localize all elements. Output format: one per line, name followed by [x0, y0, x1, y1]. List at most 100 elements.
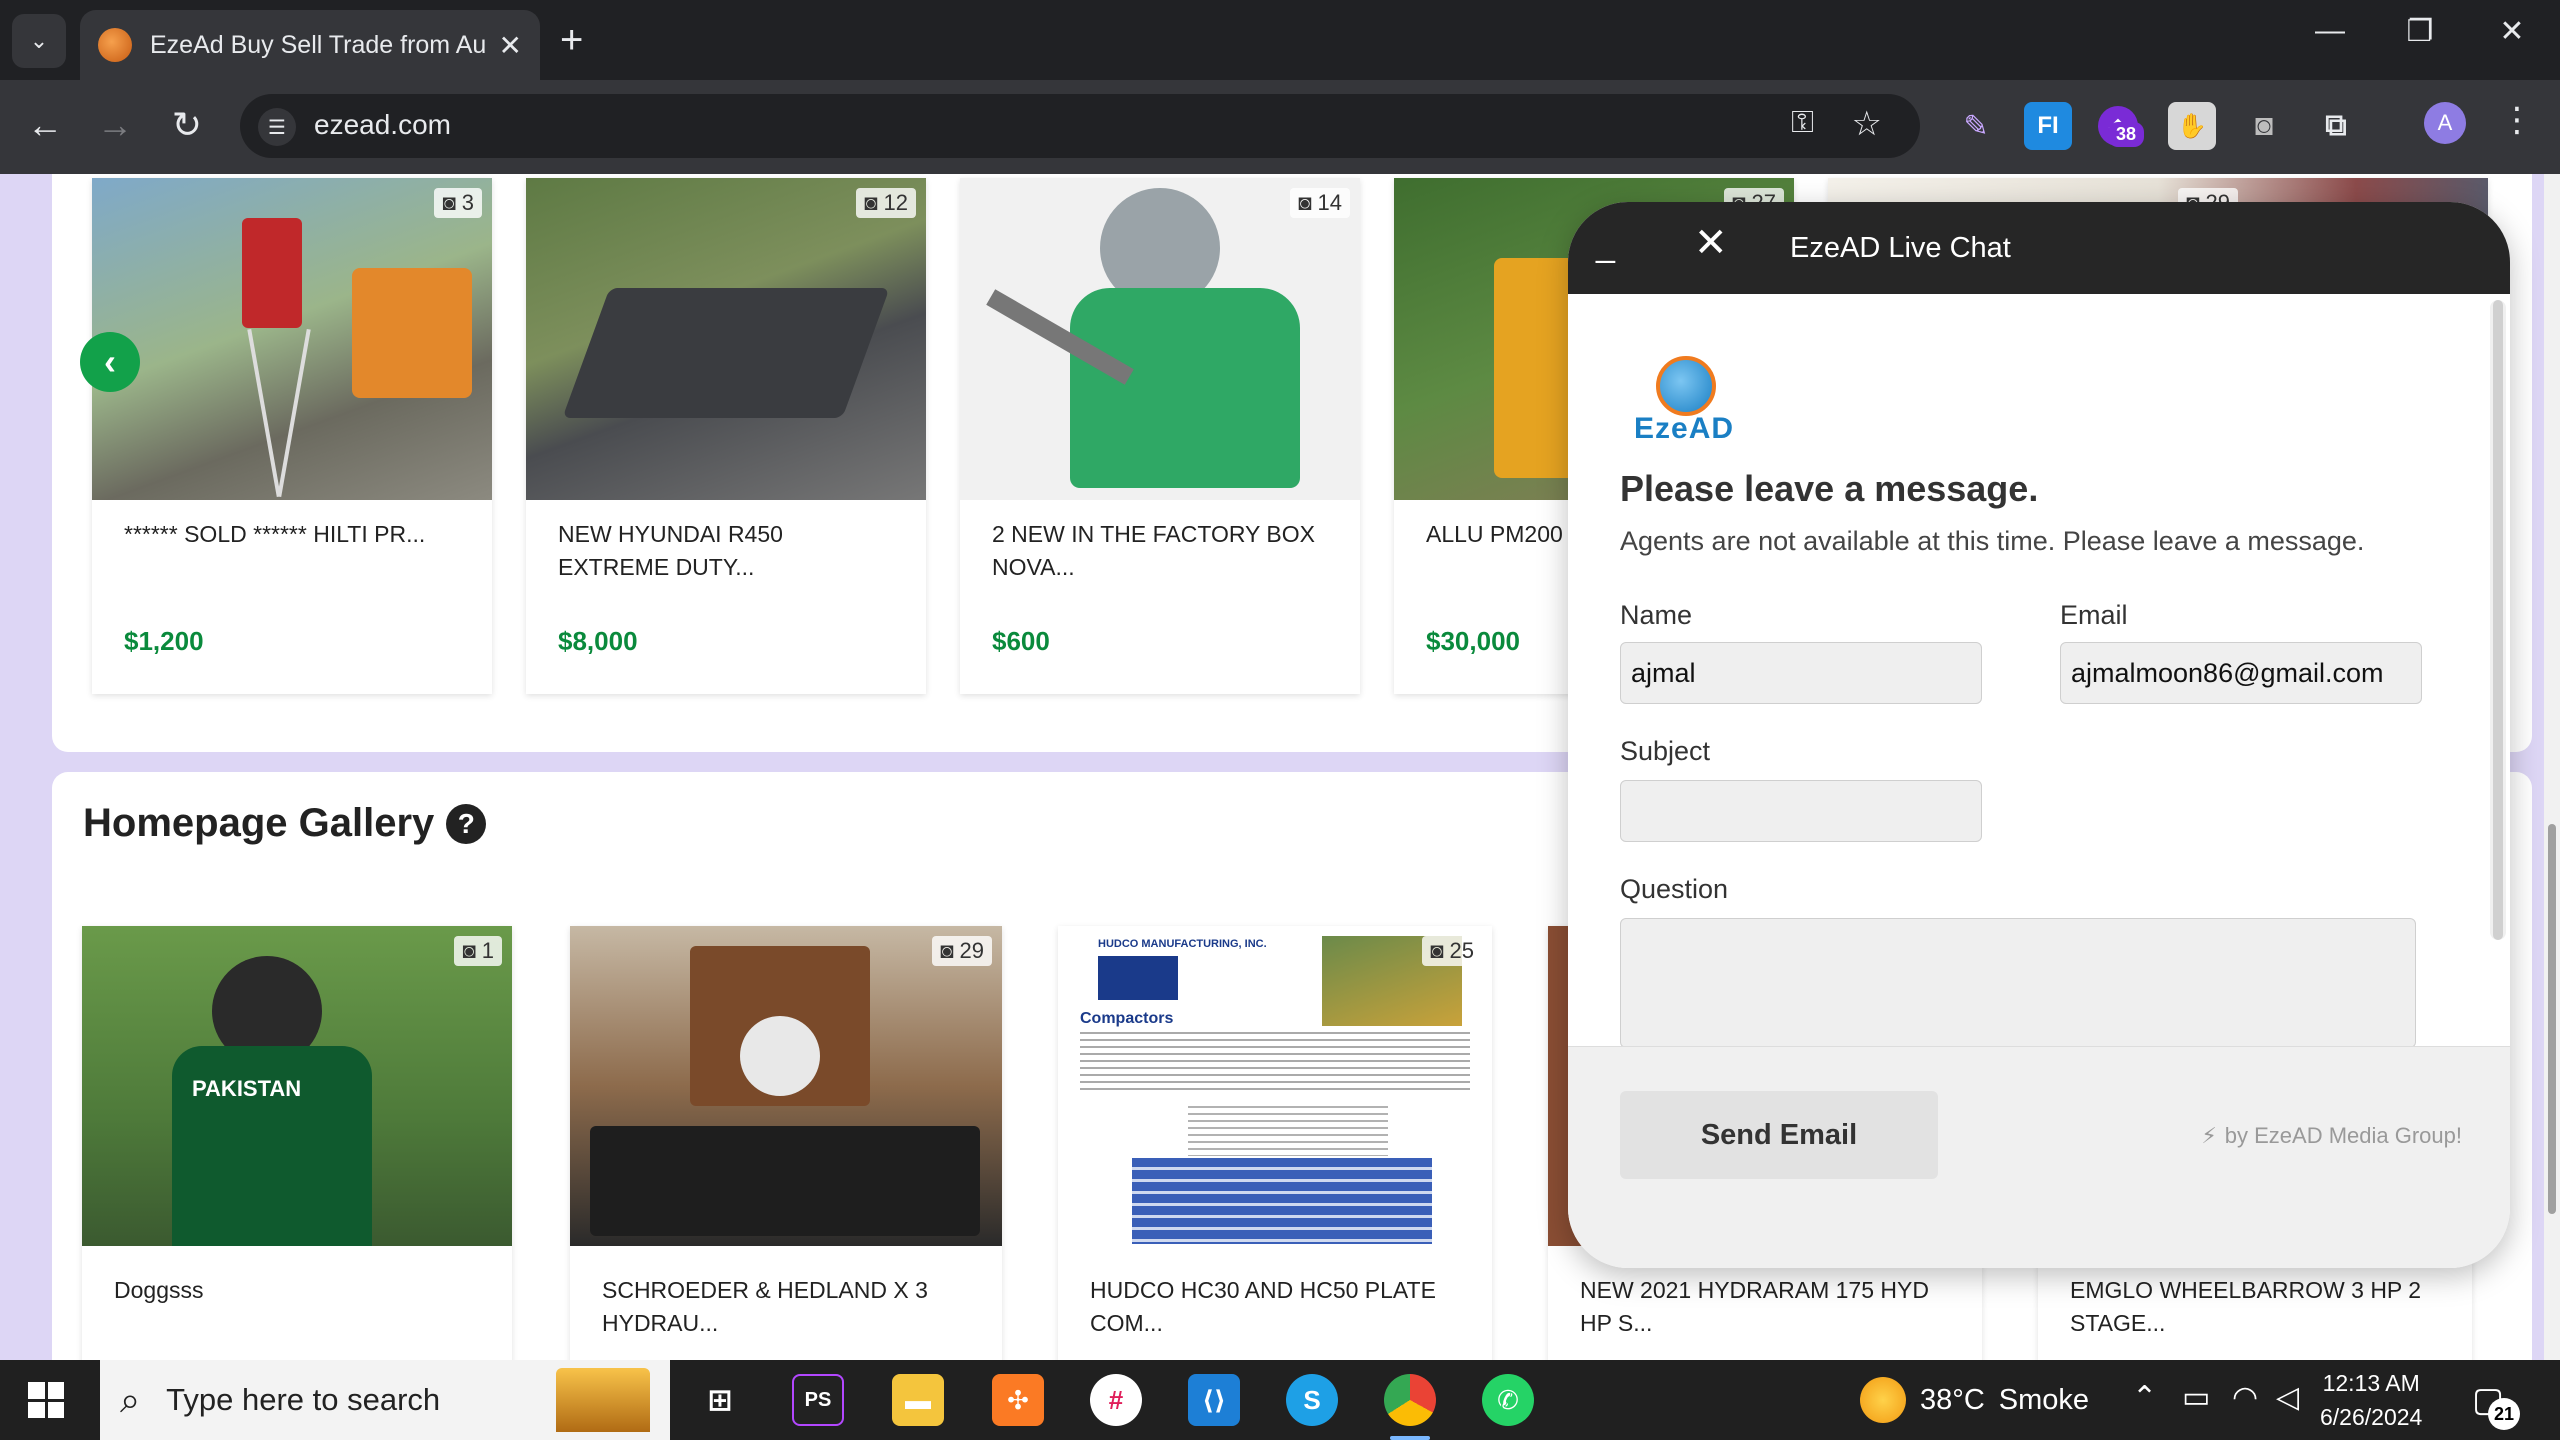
question-textarea[interactable]: [1620, 918, 2416, 1048]
browser-tab-bar: ⌄ EzeAd Buy Sell Trade from Auct ✕ + — ❐…: [0, 0, 2560, 80]
site-info-icon[interactable]: ☰: [258, 108, 296, 146]
listing-image[interactable]: [960, 178, 1360, 500]
taskbar-search-placeholder: Type here to search: [166, 1382, 441, 1417]
ezead-favicon-icon: [98, 28, 132, 62]
name-field[interactable]: ajmal: [1620, 642, 1982, 704]
slack-icon[interactable]: #: [1090, 1374, 1142, 1426]
photo-count: ◙ 3: [434, 188, 482, 218]
chat-minimize-button[interactable]: _: [1596, 226, 1615, 265]
battery-icon[interactable]: ▭: [2182, 1380, 2210, 1415]
hand-extension-icon[interactable]: ✋: [2168, 102, 2216, 150]
gallery-image[interactable]: [570, 926, 1002, 1246]
gallery-card[interactable]: HUDCO MANUFACTURING, INC. Compactors ◙ 25…: [1058, 926, 1492, 1360]
tab-title: EzeAd Buy Sell Trade from Auct: [150, 30, 487, 59]
listing-price: $8,000: [558, 626, 638, 656]
back-button[interactable]: ←: [22, 104, 68, 146]
camera-icon: ◙: [1298, 190, 1312, 215]
send-email-button[interactable]: Send Email: [1620, 1091, 1938, 1179]
vscode-icon[interactable]: ⟨⟩: [1188, 1374, 1240, 1426]
gallery-item-title[interactable]: EMGLO WHEELBARROW 3 HP 2 STAGE...: [2070, 1274, 2450, 1340]
whatsapp-icon[interactable]: ✆: [1482, 1374, 1534, 1426]
ezead-logo: EzeAD: [1634, 356, 1744, 456]
photo-count: ◙29: [932, 936, 992, 966]
listing-price: $30,000: [1426, 626, 1520, 656]
search-highlight-icon[interactable]: [556, 1368, 650, 1432]
pen-extension-icon[interactable]: ✎: [1952, 102, 2000, 150]
minimize-window-icon[interactable]: —: [2300, 14, 2360, 48]
system-clock[interactable]: 12:13 AM 6/26/2024: [2320, 1366, 2422, 1434]
listing-title[interactable]: NEW HYUNDAI R450 EXTREME DUTY...: [558, 518, 898, 584]
password-key-icon[interactable]: ⚿: [1791, 106, 1814, 140]
camera-icon: ◙: [1430, 938, 1444, 963]
gallery-heading: Homepage Gallery ?: [83, 801, 487, 846]
jersey-text: PAKISTAN: [192, 1076, 302, 1101]
wifi-icon[interactable]: ◠: [2232, 1380, 2258, 1415]
gallery-item-title[interactable]: HUDCO HC30 AND HC50 PLATE COM...: [1090, 1274, 1470, 1340]
extensions-puzzle-icon[interactable]: ⧉: [2312, 102, 2360, 150]
chat-header: _ ✕ EzeAD Live Chat: [1568, 202, 2510, 294]
weather-widget[interactable]: 38°C Smoke: [1860, 1377, 2089, 1423]
help-icon[interactable]: ?: [446, 803, 487, 844]
skype-icon[interactable]: S: [1286, 1374, 1338, 1426]
camera-extension-icon[interactable]: ◙: [2240, 102, 2288, 150]
page-scrollbar-thumb[interactable]: [2548, 824, 2556, 1214]
listing-card[interactable]: ◙ 14 2 NEW IN THE FACTORY BOX NOVA... $60…: [960, 178, 1360, 694]
email-field[interactable]: ajmalmoon86@gmail.com: [2060, 642, 2422, 704]
listing-image[interactable]: [92, 178, 492, 500]
listing-card[interactable]: ◙ 3 ****** SOLD ****** HILTI PR... $1,200: [92, 178, 492, 694]
tab-search-button[interactable]: ⌄: [12, 14, 66, 68]
gallery-image[interactable]: HUDCO MANUFACTURING, INC. Compactors: [1058, 926, 1492, 1246]
photo-count: ◙ 12: [856, 188, 916, 218]
page-scrollbar[interactable]: [2544, 174, 2560, 1360]
file-explorer-icon[interactable]: ▬: [892, 1374, 944, 1426]
photo-count: ◙ 14: [1290, 188, 1350, 218]
task-view-icon[interactable]: ⊞: [694, 1374, 746, 1426]
gallery-item-title[interactable]: SCHROEDER & HEDLAND X 3 HYDRAU...: [602, 1274, 982, 1340]
volume-icon[interactable]: ◁: [2276, 1380, 2299, 1415]
gallery-item-title[interactable]: Doggsss: [114, 1274, 494, 1307]
logo-text: EzeAD: [1634, 412, 1735, 445]
url-text[interactable]: ezead.com: [314, 109, 451, 141]
profile-avatar[interactable]: A: [2424, 102, 2466, 144]
new-tab-button[interactable]: +: [560, 16, 583, 64]
chrome-icon[interactable]: [1384, 1374, 1436, 1426]
email-label: Email: [2060, 600, 2128, 630]
chat-title: EzeAD Live Chat: [1790, 232, 2011, 264]
windows-start-icon[interactable]: [28, 1382, 64, 1418]
gallery-card[interactable]: ◙ 29 SCHROEDER & HEDLAND X 3 HYDRAU...: [570, 926, 1002, 1360]
chat-scrollbar[interactable]: [2490, 300, 2506, 940]
notification-count: 21: [2488, 1398, 2520, 1430]
carousel-prev-button[interactable]: ‹: [80, 332, 140, 392]
listing-price: $1,200: [124, 626, 204, 656]
listing-card[interactable]: ◙ 12 NEW HYUNDAI R450 EXTREME DUTY... $8,…: [526, 178, 926, 694]
camera-icon: ◙: [442, 190, 456, 215]
subject-field[interactable]: [1620, 780, 1982, 842]
chat-close-button[interactable]: ✕: [1694, 220, 1728, 266]
close-window-icon[interactable]: ✕: [2482, 14, 2542, 49]
chat-scrollbar-thumb[interactable]: [2493, 300, 2503, 940]
gallery-image[interactable]: PAKISTAN: [82, 926, 512, 1246]
gallery-title: Homepage Gallery: [83, 801, 435, 845]
browser-tab[interactable]: EzeAd Buy Sell Trade from Auct ✕: [80, 10, 540, 80]
phpstorm-icon[interactable]: PS: [792, 1374, 844, 1426]
tab-close-icon[interactable]: ✕: [499, 29, 522, 62]
listing-title[interactable]: ****** SOLD ****** HILTI PR...: [124, 518, 464, 551]
address-bar[interactable]: ☰ ezead.com ⚿ ☆: [240, 94, 1920, 158]
listing-image[interactable]: [526, 178, 926, 500]
xampp-icon[interactable]: ✣: [992, 1374, 1044, 1426]
chevron-up-icon[interactable]: ⌃: [2132, 1380, 2157, 1415]
bookmark-star-icon[interactable]: ☆: [1852, 104, 1882, 144]
doc-heading: HUDCO MANUFACTURING, INC.: [1098, 938, 1267, 950]
camera-icon: ◙: [940, 938, 954, 963]
browser-menu-icon[interactable]: ⋮: [2500, 100, 2534, 140]
chrome-active-indicator: [1390, 1436, 1430, 1440]
forward-button[interactable]: →: [92, 104, 138, 146]
reload-button[interactable]: ↻: [164, 104, 210, 146]
gallery-card[interactable]: PAKISTAN ◙ 1 Doggsss: [82, 926, 512, 1360]
extension-badge: 38: [2108, 122, 2145, 147]
fi-extension-icon[interactable]: FI: [2024, 102, 2072, 150]
restore-window-icon[interactable]: ❐: [2390, 14, 2450, 49]
gallery-item-title[interactable]: NEW 2021 HYDRARAM 175 HYD HP S...: [1580, 1274, 1960, 1340]
taskbar-search[interactable]: ⌕ Type here to search: [100, 1360, 670, 1440]
listing-title[interactable]: 2 NEW IN THE FACTORY BOX NOVA...: [992, 518, 1332, 584]
